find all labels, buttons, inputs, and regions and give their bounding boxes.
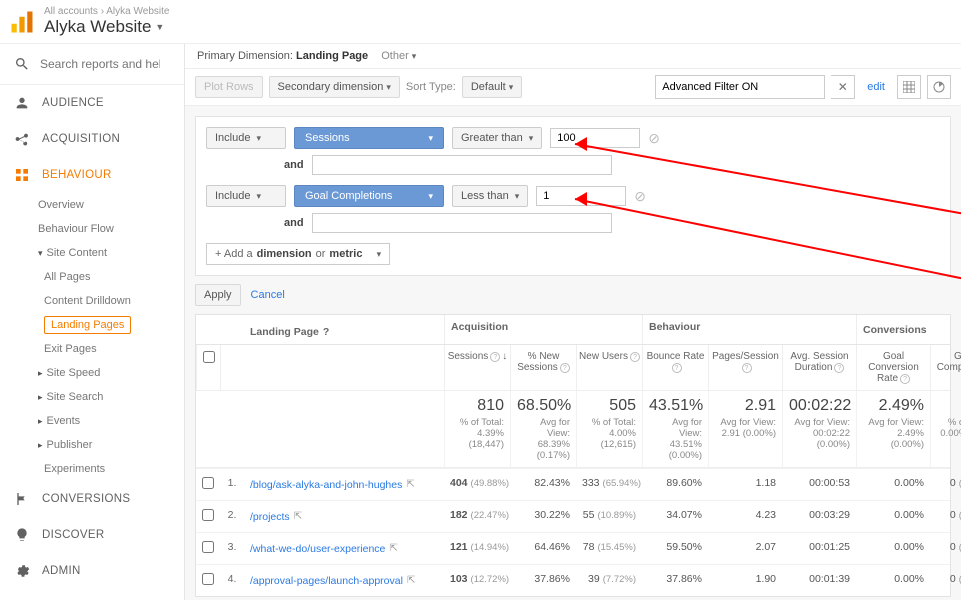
primary-dimension-value[interactable]: Landing Page xyxy=(296,50,368,62)
nav-events[interactable]: ▸Events xyxy=(0,409,184,433)
chevron-down-icon: ▾ xyxy=(38,248,43,258)
include-select-1[interactable]: Include▾ xyxy=(206,127,286,149)
data-table: Landing Page? Acquisition Behaviour Conv… xyxy=(195,314,951,597)
col-gcr[interactable]: Goal Conversion Rate? xyxy=(856,345,930,390)
account-selector[interactable]: Alyka Website▼ xyxy=(44,17,169,37)
search-input[interactable] xyxy=(40,57,160,71)
external-link-icon[interactable]: ⇱ xyxy=(389,543,397,554)
operator-select-1[interactable]: Greater than▾ xyxy=(452,127,542,149)
row-index: 3. xyxy=(220,533,244,564)
external-link-icon[interactable]: ⇱ xyxy=(406,479,414,490)
value-input-1[interactable] xyxy=(550,128,640,148)
row-checkbox[interactable] xyxy=(202,573,214,585)
remove-row-1[interactable]: ⊘ xyxy=(648,130,660,147)
filter-builder: Include▾ Sessions▾ Greater than▾ ⊘ and I… xyxy=(195,116,951,276)
and-input-2[interactable] xyxy=(312,213,612,233)
select-all-checkbox[interactable] xyxy=(203,351,215,363)
pie-view-icon[interactable] xyxy=(927,75,951,99)
nav-audience[interactable]: AUDIENCE xyxy=(0,85,184,121)
row-checkbox[interactable] xyxy=(202,477,214,489)
landing-page-link[interactable]: /approval-pages/launch-approval⇱ xyxy=(244,565,444,596)
nav-all-pages[interactable]: All Pages xyxy=(0,265,184,289)
col-new-sessions-pct[interactable]: % New Sessions? xyxy=(510,345,576,390)
table-view-icon[interactable] xyxy=(897,75,921,99)
nav-experiments[interactable]: Experiments xyxy=(0,457,184,481)
and-label-1: and xyxy=(284,159,304,171)
remove-row-2[interactable]: ⊘ xyxy=(634,188,646,205)
nav-exit-pages[interactable]: Exit Pages xyxy=(0,337,184,361)
nav-site-speed[interactable]: ▸Site Speed xyxy=(0,361,184,385)
external-link-icon[interactable]: ⇱ xyxy=(294,511,302,522)
nav-behaviour-flow[interactable]: Behaviour Flow xyxy=(0,217,184,241)
and-label-2: and xyxy=(284,217,304,229)
external-link-icon[interactable]: ⇱ xyxy=(407,575,415,586)
person-icon xyxy=(14,95,30,111)
col-bounce[interactable]: Bounce Rate? xyxy=(642,345,708,390)
and-input-1[interactable] xyxy=(312,155,612,175)
secondary-dimension-select[interactable]: Secondary dimension ▾ xyxy=(269,76,400,98)
gear-icon xyxy=(14,563,30,579)
breadcrumb[interactable]: All accounts › Alyka Website xyxy=(44,6,169,17)
row-checkbox[interactable] xyxy=(202,509,214,521)
landing-page-link[interactable]: /projects⇱ xyxy=(244,501,444,532)
table-row: 4./approval-pages/launch-approval⇱103(12… xyxy=(196,564,950,596)
row-checkbox[interactable] xyxy=(202,541,214,553)
table-row: 1./blog/ask-alyka-and-john-hughes⇱404(49… xyxy=(196,468,950,500)
col-gc[interactable]: Goal Completions? xyxy=(930,345,961,390)
advanced-filter-input[interactable] xyxy=(655,75,825,99)
nav-landing-pages[interactable]: Landing Pages xyxy=(0,313,184,337)
metric-select-sessions[interactable]: Sessions▾ xyxy=(294,127,444,149)
landing-page-link[interactable]: /blog/ask-alyka-and-john-hughes⇱ xyxy=(244,469,444,500)
share-icon xyxy=(14,131,30,147)
row-index: 4. xyxy=(220,565,244,596)
table-row: 2./projects⇱182(22.47%)30.22%55(10.89%)3… xyxy=(196,500,950,532)
table-row: 3./what-we-do/user-experience⇱121(14.94%… xyxy=(196,532,950,564)
plot-rows-button: Plot Rows xyxy=(195,76,263,98)
nav-discover[interactable]: DISCOVER xyxy=(0,517,184,553)
nav-admin[interactable]: ADMIN xyxy=(0,553,184,589)
primary-dimension-other[interactable]: Other ▾ xyxy=(381,50,416,62)
chevron-right-icon: ▸ xyxy=(38,440,43,450)
bulb-icon xyxy=(14,527,30,543)
nav-behaviour[interactable]: BEHAVIOUR xyxy=(0,157,184,193)
col-new-users[interactable]: New Users? xyxy=(576,345,642,390)
chevron-right-icon: ▸ xyxy=(38,368,43,378)
clear-filter-button[interactable]: ✕ xyxy=(831,75,855,99)
sort-type-label: Sort Type: xyxy=(406,81,456,93)
chevron-right-icon: ▸ xyxy=(38,416,43,426)
nav-overview[interactable]: Overview xyxy=(0,193,184,217)
add-dimension-button[interactable]: + Add a dimension or metric ▾ xyxy=(206,243,390,265)
metric-select-goal[interactable]: Goal Completions▾ xyxy=(294,185,444,207)
col-pps[interactable]: Pages/Session? xyxy=(708,345,782,390)
nav-conversions[interactable]: CONVERSIONS xyxy=(0,481,184,517)
col-avg-dur[interactable]: Avg. Session Duration? xyxy=(782,345,856,390)
apply-button[interactable]: Apply xyxy=(195,284,241,306)
nav-content-drilldown[interactable]: Content Drilldown xyxy=(0,289,184,313)
chevron-right-icon: ▸ xyxy=(38,392,43,402)
sort-type-select[interactable]: Default ▾ xyxy=(462,76,522,98)
search-icon xyxy=(14,56,30,72)
primary-dimension-bar: Primary Dimension: Landing Page Other ▾ xyxy=(185,44,961,69)
row-index: 1. xyxy=(220,469,244,500)
behaviour-icon xyxy=(14,167,30,183)
ga-logo-icon xyxy=(8,8,36,36)
landing-page-link[interactable]: /what-we-do/user-experience⇱ xyxy=(244,533,444,564)
value-input-2[interactable] xyxy=(536,186,626,206)
include-select-2[interactable]: Include▾ xyxy=(206,185,286,207)
nav-acquisition[interactable]: ACQUISITION xyxy=(0,121,184,157)
nav-publisher[interactable]: ▸Publisher xyxy=(0,433,184,457)
flag-icon xyxy=(14,491,30,507)
chevron-down-icon: ▼ xyxy=(155,22,164,32)
row-index: 2. xyxy=(220,501,244,532)
nav-site-search[interactable]: ▸Site Search xyxy=(0,385,184,409)
edit-filter-link[interactable]: edit xyxy=(867,81,885,93)
col-sessions[interactable]: Sessions? xyxy=(444,345,510,390)
nav-site-content[interactable]: ▾Site Content xyxy=(0,241,184,265)
cancel-link[interactable]: Cancel xyxy=(251,289,285,301)
operator-select-2[interactable]: Less than▾ xyxy=(452,185,528,207)
